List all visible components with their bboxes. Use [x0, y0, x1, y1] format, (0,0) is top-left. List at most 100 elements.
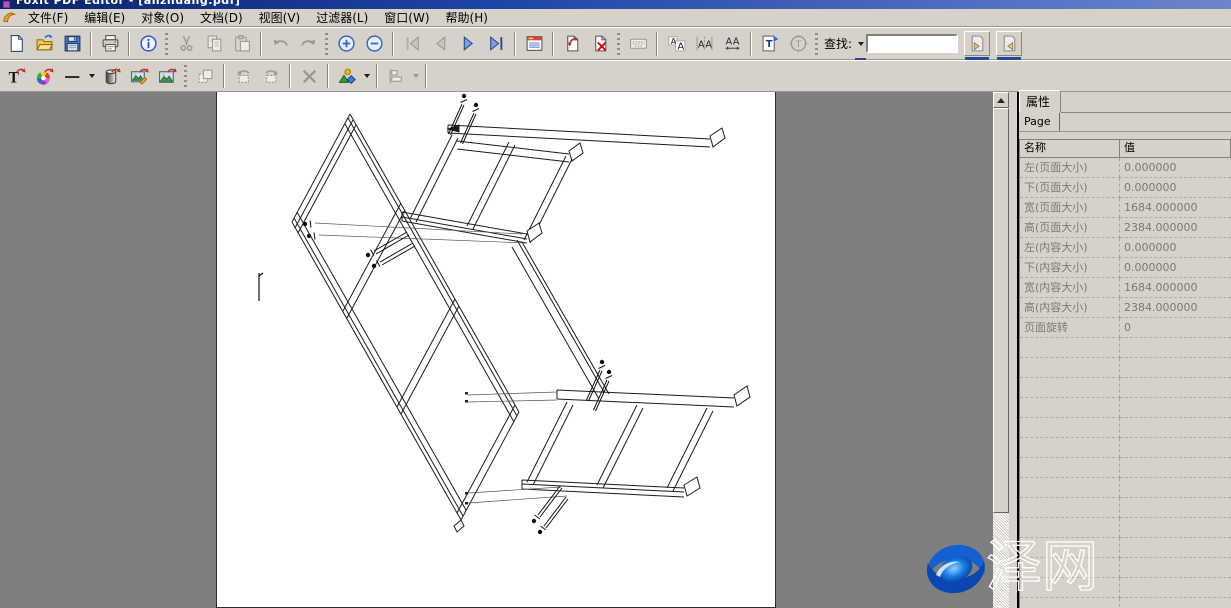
property-row[interactable]: 下(页面大小)0.000000 [1020, 178, 1231, 198]
vertical-scrollbar[interactable] [993, 92, 1009, 608]
property-name: 下(页面大小) [1020, 178, 1120, 198]
spacing-button[interactable]: AA [719, 31, 745, 56]
panel-splitter[interactable] [1009, 92, 1017, 608]
delete-page-button[interactable] [587, 31, 613, 56]
document-icon [2, 10, 18, 25]
kerning-icon: AA [695, 34, 714, 53]
find-previous-button[interactable] [964, 31, 990, 56]
empty-row [1020, 538, 1231, 558]
spacing-icon: AA [723, 34, 742, 53]
empty-row [1020, 418, 1231, 438]
property-row[interactable]: 高(内容大小)2384.000000 [1020, 298, 1231, 318]
window-title: Foxit PDF Editor - [anzhuang.pdf] [16, 0, 240, 7]
pdf-page[interactable] [216, 92, 776, 608]
property-row[interactable]: 宽(页面大小)1684.000000 [1020, 198, 1231, 218]
property-value: 2384.000000 [1120, 298, 1231, 318]
property-name: 下(内容大小) [1020, 258, 1120, 278]
property-row[interactable]: 宽(内容大小)1684.000000 [1020, 278, 1231, 298]
properties-table: 名称 值 左(页面大小)0.000000下(页面大小)0.000000宽(页面大… [1019, 139, 1231, 608]
find-history-dropdown[interactable] [855, 31, 866, 56]
tab-page[interactable]: Page [1019, 113, 1060, 131]
text-circle-icon: T [789, 34, 808, 53]
align-icon [387, 67, 406, 86]
zoom-in-button[interactable] [333, 31, 359, 56]
property-row[interactable]: 左(内容大小)0.000000 [1020, 238, 1231, 258]
menu-help[interactable]: 帮助(H) [438, 8, 496, 27]
toolbar-grip [325, 33, 328, 55]
find-next-button[interactable] [996, 31, 1022, 56]
line-tool-dropdown[interactable] [86, 64, 97, 89]
text-tool-button[interactable]: T [3, 64, 29, 89]
menu-object[interactable]: 对象(O) [133, 8, 192, 27]
property-row[interactable]: 下(内容大小)0.000000 [1020, 258, 1231, 278]
first-page-button [399, 31, 425, 56]
menu-file[interactable]: 文件(F) [20, 8, 76, 27]
prev-page-button [427, 31, 453, 56]
page-layout-button[interactable] [521, 31, 547, 56]
new-button[interactable] [3, 31, 29, 56]
menu-bar: 文件(F)编辑(E)对象(O)文档(D)视图(V)过滤器(L)窗口(W)帮助(H… [0, 9, 1231, 27]
info-button[interactable] [135, 31, 161, 56]
menu-window[interactable]: 窗口(W) [376, 8, 437, 27]
empty-row [1020, 338, 1231, 358]
image-edit-button[interactable] [126, 64, 152, 89]
font-button[interactable]: AA [663, 31, 689, 56]
toolbar-separator [392, 32, 394, 56]
add-text-button[interactable]: T [757, 31, 783, 56]
scrollbar-thumb[interactable] [993, 108, 1009, 513]
find-group: 查找: [822, 27, 1022, 60]
property-value: 2384.000000 [1120, 218, 1231, 238]
clone-icon [196, 67, 215, 86]
find-input[interactable] [866, 34, 958, 53]
find-label: 查找: [824, 35, 852, 52]
open-button[interactable] [31, 31, 57, 56]
empty-row [1020, 458, 1231, 478]
workspace: 泽网 属性 Page 名称 值 左(页面大小)0.000000下(页面大小)0.… [0, 92, 1231, 608]
image-edit-icon [130, 67, 149, 86]
scroll-up-button[interactable] [993, 92, 1009, 108]
toolbar-separator [552, 32, 554, 56]
save-button[interactable] [59, 31, 85, 56]
last-page-button[interactable] [483, 31, 509, 56]
property-value: 0.000000 [1120, 258, 1231, 278]
svg-text:A: A [732, 37, 739, 48]
text-tool-icon: T [7, 67, 26, 86]
property-row[interactable]: 高(页面大小)2384.000000 [1020, 218, 1231, 238]
svg-text:T: T [765, 39, 772, 50]
arrow-up-icon [997, 98, 1005, 103]
cad-drawing [217, 92, 775, 606]
shapes-dropdown[interactable] [361, 64, 372, 89]
menu-filter[interactable]: 过滤器(L) [308, 8, 376, 27]
insert-page-button[interactable] [559, 31, 585, 56]
line-tool-button[interactable] [59, 64, 85, 89]
empty-row [1020, 578, 1231, 598]
shade-tool-button[interactable] [98, 64, 124, 89]
property-row[interactable]: 页面旋转0 [1020, 318, 1231, 338]
shade-tool-icon [102, 67, 121, 86]
menu-document[interactable]: 文档(D) [192, 8, 251, 27]
toolbar-separator [750, 32, 752, 56]
cut-icon [177, 34, 196, 53]
rotate-right-button [258, 64, 284, 89]
property-name: 左(内容大小) [1020, 238, 1120, 258]
menu-edit[interactable]: 编辑(E) [76, 8, 133, 27]
shapes-button[interactable] [334, 64, 360, 89]
next-page-button[interactable] [455, 31, 481, 56]
zoom-out-button[interactable] [361, 31, 387, 56]
property-name: 页面旋转 [1020, 318, 1120, 338]
image-replace-button[interactable] [154, 64, 180, 89]
print-button[interactable] [97, 31, 123, 56]
toolbar-grip [617, 33, 620, 55]
app-window-icon [3, 1, 10, 8]
delete-object-icon [300, 67, 319, 86]
keyboard-icon [629, 34, 648, 53]
menu-view[interactable]: 视图(V) [251, 8, 309, 27]
color-tool-button[interactable] [31, 64, 57, 89]
svg-text:A: A [677, 42, 684, 53]
property-row[interactable]: 左(页面大小)0.000000 [1020, 158, 1231, 178]
info-icon [139, 34, 158, 53]
toolbar-separator [260, 32, 262, 56]
last-page-icon [487, 34, 506, 53]
kerning-button[interactable]: AA [691, 31, 717, 56]
panel-title: 属性 [1019, 90, 1061, 113]
